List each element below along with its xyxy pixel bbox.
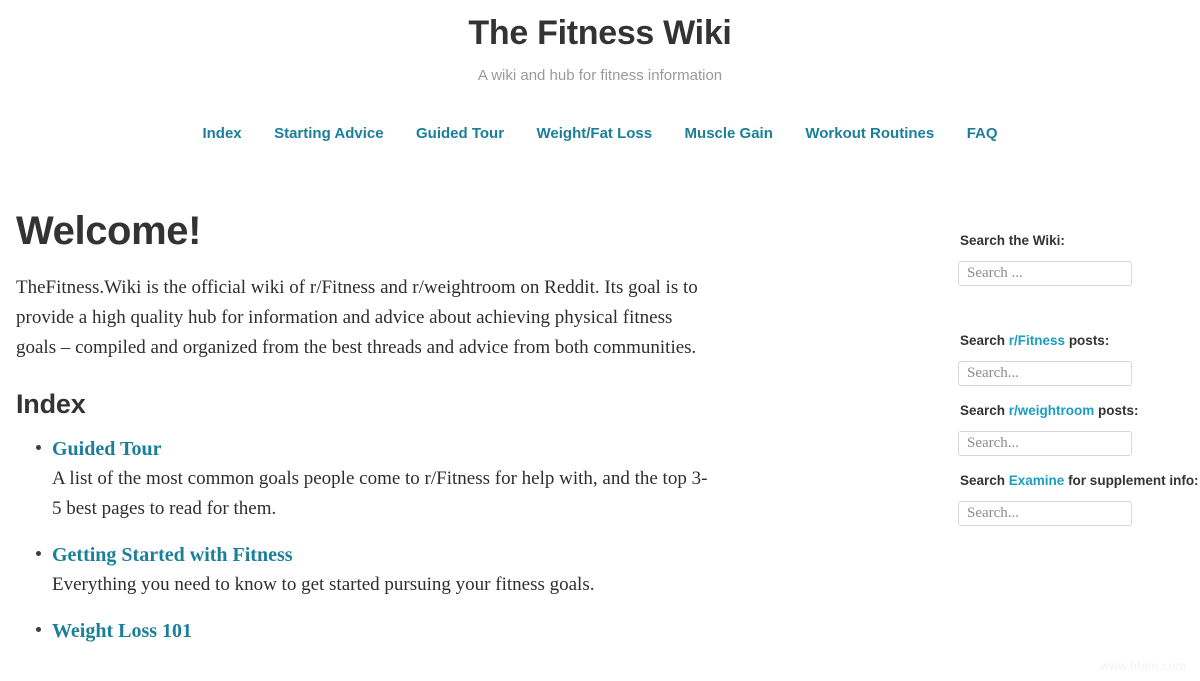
index-heading: Index [16, 389, 86, 419]
fitness-search-input[interactable] [958, 361, 1132, 386]
nav-item-starting-advice[interactable]: Starting Advice [274, 124, 383, 144]
main-content: Welcome! TheFitness.Wiki is the official… [16, 208, 716, 662]
fitness-search-label-suffix: posts: [1065, 333, 1110, 348]
weightroom-search-label-prefix: Search [960, 403, 1009, 418]
nav-item-faq[interactable]: FAQ [967, 124, 998, 144]
weightroom-subreddit-link[interactable]: r/weightroom [1009, 403, 1095, 418]
fitness-search-block: Search r/Fitness posts: [958, 332, 1188, 386]
index-description: Everything you need to know to get start… [52, 574, 595, 595]
weightroom-search-label: Search r/weightroom posts: [960, 402, 1188, 420]
index-link-guided-tour[interactable]: Guided Tour [52, 436, 162, 462]
wiki-search-block: Search the Wiki: [958, 232, 1188, 286]
weightroom-search-label-suffix: posts: [1094, 403, 1139, 418]
weightroom-search-input[interactable] [958, 431, 1132, 456]
page-title: The Fitness Wiki [468, 14, 732, 52]
bullet-icon [36, 551, 41, 556]
examine-search-label: Search Examine for supplement info: [960, 472, 1199, 490]
intro-paragraph: TheFitness.Wiki is the official wiki of … [16, 277, 698, 358]
examine-search-label-suffix: for supplement info: [1064, 473, 1199, 488]
examine-site-link[interactable]: Examine [1009, 473, 1065, 488]
fitness-search-label: Search r/Fitness posts: [960, 332, 1188, 350]
wiki-search-input[interactable] [958, 261, 1132, 286]
sidebar: Search the Wiki: Search r/Fitness posts:… [958, 232, 1199, 540]
list-item: Guided Tour A list of the most common go… [16, 436, 716, 524]
wiki-search-label: Search the Wiki: [960, 232, 1188, 250]
examine-search-block: Search Examine for supplement info: [958, 472, 1199, 526]
nav-item-guided-tour[interactable]: Guided Tour [416, 124, 504, 144]
fitness-search-label-prefix: Search [960, 333, 1009, 348]
index-link-getting-started-with-fitness[interactable]: Getting Started with Fitness [52, 542, 293, 568]
nav-item-muscle-gain[interactable]: Muscle Gain [685, 124, 773, 144]
index-description: A list of the most common goals people c… [52, 468, 708, 519]
bullet-icon [36, 627, 41, 632]
bullet-icon [36, 445, 41, 450]
nav-item-weight-fat-loss[interactable]: Weight/Fat Loss [537, 124, 653, 144]
list-item: Weight Loss 101 [16, 618, 716, 644]
page-subtitle: A wiki and hub for fitness information [477, 67, 723, 84]
examine-search-input[interactable] [958, 501, 1132, 526]
weightroom-search-block: Search r/weightroom posts: [958, 402, 1188, 456]
main-navigation: Index Starting Advice Guided Tour Weight… [0, 124, 1200, 144]
examine-search-label-prefix: Search [960, 473, 1009, 488]
site-header: The Fitness Wiki A wiki and hub for fitn… [0, 0, 1200, 86]
index-link-weight-loss-101[interactable]: Weight Loss 101 [52, 618, 192, 644]
fitness-subreddit-link[interactable]: r/Fitness [1009, 333, 1065, 348]
welcome-heading: Welcome! [16, 209, 202, 253]
nav-item-workout-routines[interactable]: Workout Routines [805, 124, 934, 144]
wiki-search-label-text: Search the Wiki: [960, 233, 1065, 248]
watermark: www.fifam.com [1100, 659, 1186, 673]
index-list: Guided Tour A list of the most common go… [16, 436, 716, 644]
nav-item-index[interactable]: Index [202, 124, 241, 144]
list-item: Getting Started with Fitness Everything … [16, 542, 716, 600]
